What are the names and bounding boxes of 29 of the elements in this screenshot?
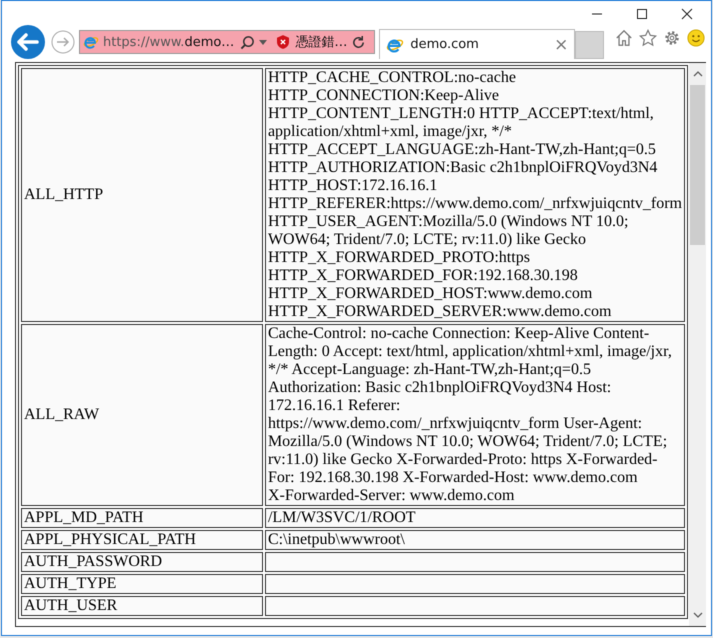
browser-tab[interactable]: demo.com × bbox=[379, 29, 576, 59]
scroll-up-icon[interactable] bbox=[692, 71, 702, 77]
table-cell: AUTH_PASSWORD bbox=[21, 552, 263, 572]
table-cell: /LM/W3SVC/1/ROOT bbox=[264, 508, 685, 528]
table-cell: APPL_PHYSICAL_PATH bbox=[21, 530, 263, 550]
search-icon[interactable] bbox=[240, 34, 256, 50]
table-cell: C:\inetpub\wwwroot\ bbox=[264, 530, 685, 550]
star-icon[interactable] bbox=[639, 29, 657, 47]
certificate-error-button[interactable]: 憑證錯… bbox=[277, 31, 348, 53]
smiley-icon[interactable] bbox=[687, 29, 705, 47]
table-cell: APPL_MD_PATH bbox=[21, 508, 263, 528]
home-icon[interactable] bbox=[615, 29, 633, 47]
address-field[interactable]: https://www.demo… bbox=[80, 31, 240, 53]
maximize-button[interactable] bbox=[636, 8, 648, 20]
table-cell: ALL_HTTP bbox=[21, 68, 263, 322]
table-cell: AUTH_USER bbox=[21, 596, 263, 616]
close-button[interactable] bbox=[681, 8, 693, 20]
table-cell: ALL_RAW bbox=[21, 324, 263, 506]
table-cell: AUTH_TYPE bbox=[21, 574, 263, 594]
table-cell: Cache-Control: no-cache Connection: Keep-Alive Content- Length: 0 Accept: text/html, application/xhtml+xml, image/jxr, */* Accept-Language: zh-Hant-TW,zh-Hant;q=0.5 Authorization: Basic c2h1bnplOiFRQVoyd3N4 Host: 172.16.16.1 Referer: https://www.demo.com/_nrfxwjuiqcntv_form User-Agent: Mozilla/5.0 (Windows NT 10.0; WOW64; Trident/7.0; LCTE; rv:11.0) like Gecko X-Forwarded-Proto: https X-Forwarded- For: 192.168.30.198 X-Forwarded-Host: www.demo.com X-Forwarded-Server: www.demo.com bbox=[264, 324, 685, 506]
scroll-down-icon[interactable] bbox=[692, 612, 702, 618]
scrollbar[interactable] bbox=[689, 63, 706, 626]
back-button[interactable] bbox=[10, 24, 46, 60]
table-cell: HTTP_CACHE_CONTROL:no-cache HTTP_CONNECTION:Keep-Alive HTTP_CONTENT_LENGTH:0 HTTP_ACCEPT:text/html, application/xhtml+xml, image/jxr, */* HTTP_ACCEPT_LANGUAGE:zh-Hant-TW,zh-Hant;q=0.5 HTTP_AUTHORIZATION:Basic c2h1bnplOiFRQVoyd3N4 HTTP_HOST:172.16.16.1 HTTP_REFERER:https://www.demo.com/_nrfxwjuiqcntv_form HTTP_USER_AGENT:Mozilla/5.0 (Windows NT 10.0; WOW64; Trident/7.0; LCTE; rv:11.0) like Gecko HTTP_X_FORWARDED_PROTO:https HTTP_X_FORWARDED_FOR:192.168.30.198 HTTP_X_FORWARDED_HOST:www.demo.com HTTP_X_FORWARDED_SERVER:www.demo.com bbox=[264, 68, 685, 322]
close-tab-button[interactable]: × bbox=[548, 34, 574, 54]
shield-icon bbox=[277, 35, 290, 49]
browser-logo-icon bbox=[83, 34, 99, 50]
caret-icon[interactable] bbox=[259, 40, 268, 44]
settings-icon[interactable] bbox=[663, 29, 681, 47]
